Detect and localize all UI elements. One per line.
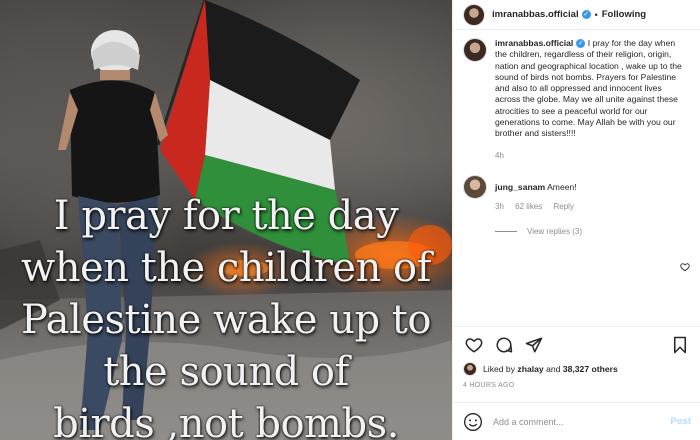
overlay-line: the sound of bbox=[103, 349, 349, 395]
author-avatar[interactable] bbox=[463, 3, 485, 26]
instagram-post-view: I pray for the day when the children of … bbox=[0, 0, 700, 440]
comment-reply-button[interactable]: Reply bbox=[554, 202, 574, 211]
caption-author-avatar[interactable] bbox=[463, 38, 487, 62]
replies-dash bbox=[495, 230, 517, 232]
commenter-avatar[interactable] bbox=[463, 174, 487, 199]
separator-dot: • bbox=[594, 9, 598, 20]
post-header: imranabbas.official ✓ • Following bbox=[453, 0, 700, 30]
paper-plane-icon bbox=[525, 337, 543, 352]
caption-username[interactable]: imranabbas.official bbox=[495, 38, 573, 48]
post-image[interactable]: I pray for the day when the children of … bbox=[0, 0, 452, 440]
following-button[interactable]: Following bbox=[602, 9, 646, 20]
caption-time[interactable]: 4h bbox=[495, 150, 685, 161]
comments-section: imranabbas.official ✓ I pray for the day … bbox=[453, 30, 700, 320]
overlay-line: I pray for the day bbox=[53, 193, 399, 239]
comment-time[interactable]: 3h bbox=[495, 202, 504, 211]
liked-mid: and bbox=[546, 364, 561, 374]
caption-text: I pray for the day when the children, re… bbox=[495, 38, 682, 139]
likes-summary: Liked by zhalay and 38,327 others bbox=[463, 362, 618, 376]
comment-text: Ameen! bbox=[545, 181, 577, 192]
view-replies-button[interactable]: View replies (3) bbox=[495, 227, 690, 236]
share-button[interactable] bbox=[523, 334, 545, 356]
comment-likes[interactable]: 62 likes bbox=[515, 202, 542, 211]
post-side-panel: imranabbas.official ✓ • Following imrana… bbox=[452, 0, 700, 440]
like-button[interactable] bbox=[463, 334, 485, 356]
verified-badge-icon: ✓ bbox=[576, 39, 586, 49]
overlay-line: birds ,not bombs. bbox=[53, 401, 399, 440]
post-actions-bar bbox=[453, 326, 700, 362]
comment-item: jung_sanam Ameen! 3h 62 likes Reply bbox=[463, 174, 690, 272]
overlay-line: Palestine wake up to bbox=[21, 297, 431, 343]
author-username[interactable]: imranabbas.official bbox=[492, 9, 579, 20]
liked-count[interactable]: 38,327 others bbox=[563, 364, 618, 374]
comment-body: jung_sanam Ameen! 3h 62 likes Reply bbox=[495, 175, 665, 211]
caption-body: imranabbas.official ✓ I pray for the day … bbox=[495, 38, 685, 161]
comment-icon bbox=[496, 336, 513, 352]
comment-meta: 3h 62 likes Reply bbox=[495, 202, 665, 211]
bookmark-icon bbox=[674, 336, 686, 353]
post-time-ago[interactable]: 4 HOURS AGO bbox=[463, 382, 515, 389]
commenter-username[interactable]: jung_sanam bbox=[495, 182, 545, 192]
like-comment-heart-icon[interactable] bbox=[680, 262, 690, 272]
liker-avatar[interactable] bbox=[463, 362, 477, 376]
post-comment-button[interactable]: Post bbox=[670, 416, 691, 427]
save-button[interactable] bbox=[669, 334, 691, 356]
liked-prefix: Liked by bbox=[483, 364, 516, 374]
comment-input[interactable] bbox=[493, 416, 671, 427]
emoji-icon[interactable] bbox=[463, 412, 483, 432]
add-comment-bar: Post bbox=[453, 402, 700, 440]
liked-user[interactable]: zhalay bbox=[517, 364, 543, 374]
overlay-line: when the children of bbox=[21, 245, 431, 291]
caption-block: imranabbas.official ✓ I pray for the day … bbox=[463, 38, 690, 161]
verified-badge-icon: ✓ bbox=[581, 10, 591, 19]
image-overlay-text: I pray for the day when the children of … bbox=[0, 190, 452, 440]
view-replies-label: View replies (3) bbox=[527, 226, 582, 236]
comment-button[interactable] bbox=[493, 334, 515, 356]
heart-icon bbox=[465, 337, 483, 353]
